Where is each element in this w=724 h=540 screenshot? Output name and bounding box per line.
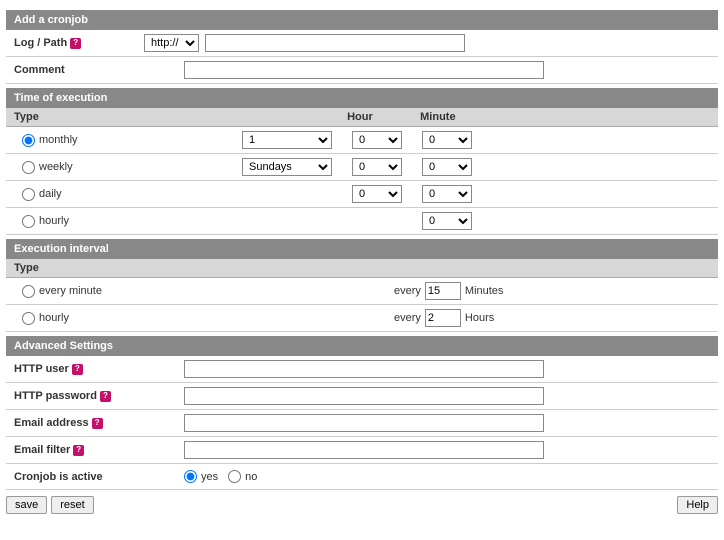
help-icon[interactable]: ?	[100, 391, 111, 402]
section-header-interval: Execution interval	[6, 239, 718, 259]
label-http-password: HTTP password ?	[14, 390, 184, 402]
label-monthly: monthly	[39, 134, 78, 146]
input-hours[interactable]	[425, 309, 461, 327]
http-user-input[interactable]	[184, 360, 544, 378]
label-http-password-text: HTTP password	[14, 390, 97, 402]
http-password-input[interactable]	[184, 387, 544, 405]
label-email-filter-text: Email filter	[14, 444, 70, 456]
row-email-address: Email address ?	[6, 410, 718, 437]
label-comment: Comment	[14, 64, 184, 76]
radio-hourly[interactable]	[22, 215, 35, 228]
radio-weekly[interactable]	[22, 161, 35, 174]
col-header-hour: Hour	[347, 111, 417, 123]
unit-minutes: Minutes	[465, 285, 504, 297]
row-http-user: HTTP user ?	[6, 356, 718, 383]
label-active: Cronjob is active	[14, 471, 184, 483]
row-email-filter: Email filter ?	[6, 437, 718, 464]
monthly-minute-select[interactable]: 0	[422, 131, 472, 149]
label-no: no	[245, 471, 257, 483]
monthly-day-select[interactable]: 1	[242, 131, 332, 149]
section-header-advanced: Advanced Settings	[6, 336, 718, 356]
label-every-minute: every minute	[39, 285, 102, 297]
label-email-filter: Email filter ?	[14, 444, 184, 456]
time-sub-header: Type Hour Minute	[6, 108, 718, 127]
email-address-input[interactable]	[184, 414, 544, 432]
label-email-address: Email address ?	[14, 417, 184, 429]
row-interval-hour: hourly every Hours	[6, 305, 718, 332]
unit-hours: Hours	[465, 312, 494, 324]
radio-every-minute[interactable]	[22, 285, 35, 298]
label-email-address-text: Email address	[14, 417, 89, 429]
reset-button[interactable]: reset	[51, 496, 93, 514]
daily-minute-select[interactable]: 0	[422, 185, 472, 203]
label-yes: yes	[201, 471, 218, 483]
text-every-minute: every	[394, 285, 421, 297]
radio-daily[interactable]	[22, 188, 35, 201]
path-input[interactable]	[205, 34, 465, 52]
radio-active-yes[interactable]	[184, 470, 197, 483]
label-http-user: HTTP user ?	[14, 363, 184, 375]
weekly-hour-select[interactable]: 0	[352, 158, 402, 176]
label-log-path: Log / Path ?	[14, 37, 144, 49]
label-comment-text: Comment	[14, 64, 65, 76]
row-interval-minute: every minute every Minutes	[6, 278, 718, 305]
help-icon[interactable]: ?	[92, 418, 103, 429]
col-header-type: Type	[14, 111, 344, 123]
row-comment: Comment	[6, 57, 718, 84]
input-minutes[interactable]	[425, 282, 461, 300]
text-every-hour: every	[394, 312, 421, 324]
row-weekly: weekly Sundays 0 0	[6, 154, 718, 181]
row-http-password: HTTP password ?	[6, 383, 718, 410]
radio-active-no[interactable]	[228, 470, 241, 483]
row-daily: daily 0 0	[6, 181, 718, 208]
label-log-path-text: Log / Path	[14, 37, 67, 49]
label-active-text: Cronjob is active	[14, 471, 103, 483]
email-filter-input[interactable]	[184, 441, 544, 459]
help-button[interactable]: Help	[677, 496, 718, 514]
section-header-add: Add a cronjob	[6, 10, 718, 30]
col-header-interval-type: Type	[14, 262, 39, 274]
comment-input[interactable]	[184, 61, 544, 79]
interval-sub-header: Type	[6, 259, 718, 278]
col-header-minute: Minute	[420, 111, 490, 123]
save-button[interactable]: save	[6, 496, 47, 514]
help-icon[interactable]: ?	[73, 445, 84, 456]
label-weekly: weekly	[39, 161, 73, 173]
row-log-path: Log / Path ? http://	[6, 30, 718, 57]
label-http-user-text: HTTP user	[14, 363, 69, 375]
label-hourly: hourly	[39, 215, 69, 227]
help-icon[interactable]: ?	[72, 364, 83, 375]
row-hourly: hourly 0	[6, 208, 718, 235]
radio-interval-hourly[interactable]	[22, 312, 35, 325]
weekly-minute-select[interactable]: 0	[422, 158, 472, 176]
row-monthly: monthly 1 0 0	[6, 127, 718, 154]
section-header-time: Time of execution	[6, 88, 718, 108]
radio-monthly[interactable]	[22, 134, 35, 147]
label-daily: daily	[39, 188, 62, 200]
label-interval-hourly: hourly	[39, 312, 69, 324]
protocol-select[interactable]: http://	[144, 34, 199, 52]
monthly-hour-select[interactable]: 0	[352, 131, 402, 149]
row-active: Cronjob is active yes no	[6, 464, 718, 490]
hourly-minute-select[interactable]: 0	[422, 212, 472, 230]
daily-hour-select[interactable]: 0	[352, 185, 402, 203]
weekly-day-select[interactable]: Sundays	[242, 158, 332, 176]
button-bar: save reset Help	[6, 496, 718, 514]
help-icon[interactable]: ?	[70, 38, 81, 49]
